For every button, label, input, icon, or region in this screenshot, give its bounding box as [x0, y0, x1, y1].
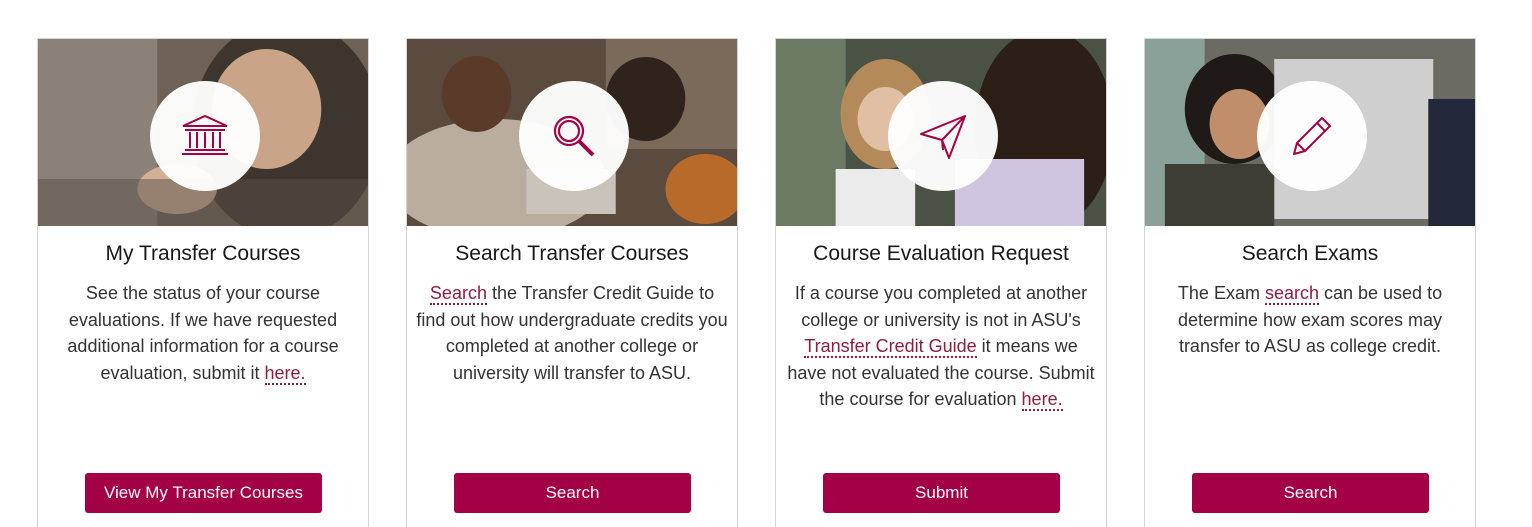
- card-title: Search Transfer Courses: [455, 242, 689, 265]
- submit-button[interactable]: Submit: [823, 473, 1060, 513]
- here-link[interactable]: here.: [264, 362, 306, 385]
- card-title: Course Evaluation Request: [813, 242, 1069, 265]
- search-icon: [553, 115, 595, 157]
- icon-circle: [888, 81, 998, 191]
- desc-text: The Exam: [1177, 283, 1265, 303]
- card-photo: [38, 39, 368, 226]
- search-link[interactable]: search: [1264, 283, 1319, 305]
- card-title: Search Exams: [1241, 242, 1379, 265]
- search-link[interactable]: Search: [429, 283, 487, 305]
- desc-text: If a course you completed at another col…: [794, 283, 1088, 330]
- card-description: See the status of your course evaluation…: [46, 280, 360, 386]
- icon-circle: [150, 81, 260, 191]
- view-my-transfer-courses-button[interactable]: View My Transfer Courses: [85, 473, 322, 513]
- search-transfer-courses-button[interactable]: Search: [454, 473, 691, 513]
- card-description: Search the Transfer Credit Guide to find…: [415, 280, 729, 386]
- institution-icon: [182, 114, 228, 155]
- paper-plane-icon: [920, 115, 966, 159]
- icon-circle: [1257, 81, 1367, 191]
- card-my-transfer-courses: My Transfer Courses See the status of yo…: [37, 38, 369, 527]
- card-search-transfer-courses: Search Transfer Courses Search the Trans…: [406, 38, 738, 527]
- icon-circle: [519, 81, 629, 191]
- card-photo: [407, 39, 737, 226]
- transfer-credit-guide-link[interactable]: Transfer Credit Guide: [804, 336, 977, 358]
- card-title: My Transfer Courses: [105, 242, 301, 265]
- here-link[interactable]: here.: [1021, 389, 1063, 411]
- search-exams-button[interactable]: Search: [1192, 473, 1429, 513]
- card-search-exams: Search Exams The Exam search can be used…: [1144, 38, 1476, 527]
- card-description: If a course you completed at another col…: [784, 280, 1098, 413]
- card-photo: [1145, 39, 1475, 226]
- card-course-evaluation-request: Course Evaluation Request If a course yo…: [775, 38, 1107, 527]
- card-photo: [776, 39, 1106, 226]
- pencil-icon: [1293, 117, 1331, 155]
- card-description: The Exam search can be used to determine…: [1153, 280, 1467, 360]
